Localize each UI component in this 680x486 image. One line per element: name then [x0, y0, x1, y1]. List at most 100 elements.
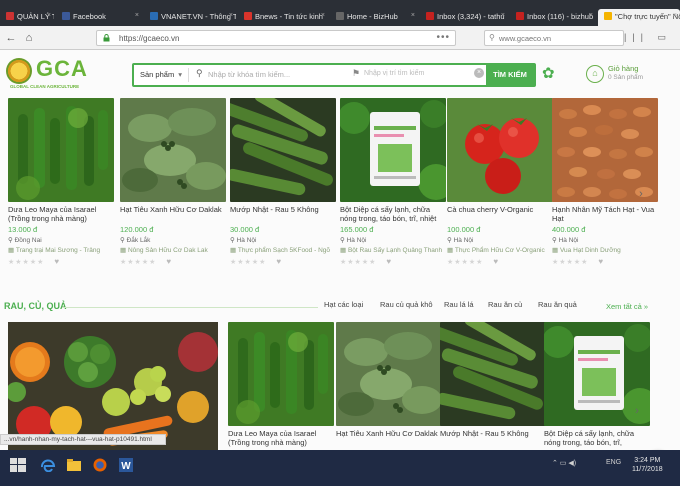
luffa-product-image[interactable]	[440, 322, 546, 426]
product-shop[interactable]: ▦ Vua Hạt Dinh Dưỡng	[552, 246, 660, 254]
close-tab-icon[interactable]: ×	[673, 12, 677, 19]
browser-tab[interactable]: "Chợ trực tuyến" Nô ×	[598, 9, 680, 26]
product-name[interactable]: Dưa Leo Maya của Isarael (Trồng trong nh…	[8, 205, 116, 223]
close-tab-icon[interactable]: ×	[589, 12, 593, 19]
shop-icon: ▦	[552, 247, 560, 254]
category-tab[interactable]: Hạt các loại	[324, 300, 363, 309]
product-name[interactable]: Dưa Leo Maya của Isarael (Trồng trong nh…	[228, 429, 336, 447]
browser-tab[interactable]: QUẢN LÝ TÒA S×	[0, 9, 54, 26]
search-button[interactable]: TÌM KIẾM	[486, 65, 534, 85]
category-tab[interactable]: Rau củ quả khô	[380, 300, 433, 309]
language-indicator[interactable]: ENG	[606, 459, 621, 466]
taskbar-clock[interactable]: 3:24 PM 11/7/2018	[632, 456, 663, 474]
close-tab-icon[interactable]: ×	[47, 12, 51, 19]
heart-icon[interactable]: ♥	[54, 257, 60, 266]
browser-tab[interactable]: Inbox (116) - bizhub ×	[510, 9, 596, 26]
address-bar[interactable]: https://gcaeco.vn •••	[96, 30, 456, 46]
category-banner-image[interactable]	[8, 322, 218, 450]
product-shop-name[interactable]: Thực phẩm Sạch 5KFood - Ngõ	[238, 247, 330, 254]
browser-tab[interactable]: Bnews - Tin tức kinh ×	[238, 9, 328, 26]
firefox-icon[interactable]	[92, 458, 108, 472]
edge-browser-icon[interactable]	[40, 458, 56, 472]
product-name[interactable]: Hạnh Nhân Mỹ Tách Hạt - Vua Hạt	[552, 205, 660, 223]
product-card[interactable]: Hạnh Nhân Mỹ Tách Hạt - Vua Hạt 400.000 đ…	[552, 98, 660, 266]
product-card[interactable]: Dưa Leo Maya của Isarael (Trồng trong nh…	[228, 322, 336, 447]
product-shop-name[interactable]: Vua Hạt Dinh Dưỡng	[560, 247, 621, 254]
product-card[interactable]: Hạt Tiêu Xanh Hữu Cơ Daklak	[336, 322, 444, 447]
close-tab-icon[interactable]: ×	[411, 12, 415, 19]
cart-icon[interactable]: ⌂	[586, 65, 604, 83]
file-explorer-icon[interactable]	[66, 458, 82, 472]
product-shop[interactable]: ▦ Thực phẩm Sạch 5KFood - Ngõ	[230, 246, 338, 254]
clear-icon[interactable]: ×	[474, 68, 484, 78]
cucumber-product-image[interactable]	[8, 98, 114, 202]
product-name[interactable]: Mướp Nhật - Rau 5 Không	[440, 429, 548, 447]
shop-icon: ▦	[230, 247, 238, 254]
carousel-next-icon[interactable]: ›	[636, 183, 646, 205]
category-tab[interactable]: Rau ăn quả	[538, 300, 577, 309]
browser-tab[interactable]: Facebook ×	[56, 9, 142, 26]
library-icon[interactable]: ||| ▭	[624, 32, 672, 43]
product-shop-name[interactable]: Thực Phẩm Hữu Cơ V-Organic	[455, 247, 545, 254]
cucumber-product-image[interactable]	[228, 322, 334, 426]
word-icon[interactable]: W	[118, 458, 134, 472]
product-name[interactable]: Bột Diệp cá sấy lạnh, chữa nóng trong, t…	[544, 429, 652, 447]
product-card[interactable]: Bột Diệp cá sấy lạnh, chữa nóng trong, t…	[544, 322, 652, 447]
category-tab[interactable]: Rau lá lá	[444, 300, 474, 309]
product-shop[interactable]: ▦ Bột Rau Sấy Lạnh Quảng Thanh	[340, 246, 448, 254]
product-name[interactable]: Hạt Tiêu Xanh Hữu Cơ Daklak	[336, 429, 444, 447]
page-actions-icon[interactable]: •••	[436, 32, 450, 43]
browser-tab[interactable]: Inbox (3,324) - tathu ×	[420, 9, 508, 26]
product-shop-name[interactable]: Nông Sản Hữu Cơ Dak Lak	[128, 247, 208, 254]
browser-tab[interactable]: VNANET.VN - Thông Tấn×	[144, 9, 236, 26]
product-card[interactable]: Mướp Nhật - Rau 5 Không	[440, 322, 548, 447]
pepper-product-image[interactable]	[120, 98, 226, 202]
product-card[interactable]: Dưa Leo Maya của Isarael (Trồng trong nh…	[8, 98, 116, 266]
heart-icon[interactable]: ♥	[276, 257, 282, 266]
close-tab-icon[interactable]: ×	[501, 12, 505, 19]
close-tab-icon[interactable]: ×	[229, 12, 233, 19]
product-price: 400.000 đ	[552, 225, 586, 234]
product-shop[interactable]: ▦ Trang trại Mai Sương - Trảng	[8, 246, 116, 254]
browser-search-box[interactable]: ⚲ www.gcaeco.vn	[484, 30, 624, 46]
product-name[interactable]: Bột Diệp cá sấy lạnh, chữa nóng trong, t…	[340, 205, 448, 223]
system-tray-icons[interactable]: ⌃ ▭ ◀)	[552, 459, 576, 467]
heart-icon[interactable]: ♥	[386, 257, 392, 266]
product-shop-name[interactable]: Bột Rau Sấy Lạnh Quảng Thanh	[348, 247, 442, 254]
heart-icon[interactable]: ♥	[166, 257, 172, 266]
site-logo[interactable]: GCA GLOBAL CLEAN AGRICULTURE	[6, 56, 106, 90]
cart-label[interactable]: Giỏ hàng	[608, 64, 638, 73]
tomato-product-image[interactable]	[447, 98, 553, 202]
product-shop-name[interactable]: Trang trại Mai Sương - Trảng	[16, 247, 100, 254]
product-card[interactable]: Cà chua cherry V-Organic 100.000 đ ⚲ Hà Nộ…	[447, 98, 555, 266]
home-icon[interactable]: ⌂	[22, 31, 36, 45]
luffa-product-image[interactable]	[230, 98, 336, 202]
browser-tab[interactable]: Home - BizHub ×	[330, 9, 418, 26]
powder-product-image[interactable]	[340, 98, 446, 202]
search-category-select[interactable]: Sản phẩm	[140, 70, 182, 79]
product-name[interactable]: Hạt Tiêu Xanh Hữu Cơ Daklak	[120, 205, 228, 223]
see-all-link[interactable]: Xem tất cả »	[606, 302, 648, 311]
back-icon[interactable]: ←	[4, 31, 18, 45]
product-card[interactable]: Mướp Nhật - Rau 5 Không 30.000 đ ⚲ Hà Nội ▦…	[230, 98, 338, 266]
product-shop[interactable]: ▦ Nông Sản Hữu Cơ Dak Lak	[120, 246, 228, 254]
page-icon	[6, 12, 14, 20]
page-icon	[150, 12, 158, 20]
product-card[interactable]: Hạt Tiêu Xanh Hữu Cơ Daklak 120.000 đ ⚲ Đắ…	[120, 98, 228, 266]
product-name[interactable]: Mướp Nhật - Rau 5 Không	[230, 205, 338, 223]
product-shop[interactable]: ▦ Thực Phẩm Hữu Cơ V-Organic	[447, 246, 555, 254]
product-name[interactable]: Cà chua cherry V-Organic	[447, 205, 555, 223]
pepper-product-image[interactable]	[336, 322, 442, 426]
browser-tab-label: Inbox (116) - bizhub	[527, 12, 594, 21]
location-input[interactable]: Nhập vị trí tìm kiếm	[364, 70, 424, 77]
heart-icon[interactable]: ♥	[493, 257, 499, 266]
windows-start-icon[interactable]	[10, 458, 26, 472]
keyword-input[interactable]: Nhập từ khóa tìm kiếm...	[208, 70, 290, 79]
gear-icon[interactable]: ✿	[542, 66, 558, 82]
category-tab[interactable]: Rau ăn củ	[488, 300, 522, 309]
heart-icon[interactable]: ♥	[598, 257, 604, 266]
close-tab-icon[interactable]: ×	[135, 12, 139, 19]
product-card[interactable]: Bột Diệp cá sấy lạnh, chữa nóng trong, t…	[340, 98, 448, 266]
carousel-next-icon[interactable]: ›	[632, 400, 642, 422]
close-tab-icon[interactable]: ×	[321, 12, 325, 19]
